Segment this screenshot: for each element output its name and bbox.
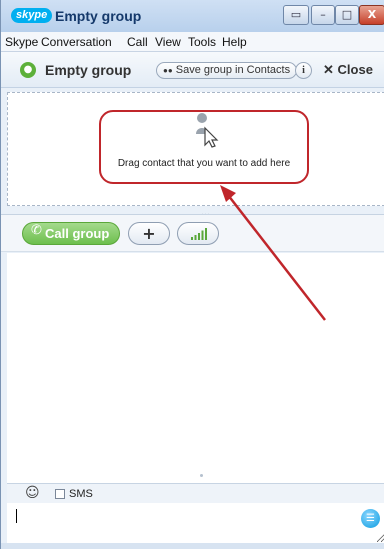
close-label: Close <box>337 62 373 77</box>
call-quality-button[interactable] <box>177 222 219 245</box>
menu-help[interactable]: Help <box>222 35 247 49</box>
menu-bar: Skype Conversation Call View Tools Help <box>1 32 384 52</box>
drag-contact-icon <box>196 113 219 148</box>
close-window-button[interactable]: X <box>359 5 384 25</box>
group-icon: ● <box>20 62 36 78</box>
smiley-icon[interactable]: ☺ <box>25 486 40 500</box>
window-title: Empty group <box>55 8 142 24</box>
conversation-header: ● Empty group ●● Save group in Contacts … <box>1 52 384 88</box>
dropzone-text: Drag contact that you want to add here <box>117 158 291 169</box>
group-title: Empty group <box>45 62 132 78</box>
call-toolbar: ✆ Call group + <box>1 214 384 252</box>
compact-view-button[interactable]: ▭ <box>283 5 309 25</box>
call-group-label: Call group <box>45 226 110 241</box>
title-bar[interactable]: skype Empty group ▭ – □ X <box>1 0 384 32</box>
phone-icon: ✆ <box>31 223 42 238</box>
sms-checkbox[interactable] <box>55 489 65 499</box>
send-icon[interactable]: ☰ <box>361 509 380 528</box>
skype-logo-icon: skype <box>11 8 53 23</box>
add-people-button[interactable]: + <box>128 222 170 245</box>
sms-label: SMS <box>69 488 93 500</box>
contacts-icon: ●● <box>163 66 173 75</box>
minimize-button[interactable]: – <box>311 5 335 25</box>
save-group-button[interactable]: ●● Save group in Contacts <box>156 62 298 79</box>
input-toolbar: ☺ SMS <box>7 483 384 503</box>
call-group-button[interactable]: ✆ Call group <box>22 222 120 245</box>
window-bottom-border <box>1 543 384 549</box>
chat-history[interactable] <box>7 253 384 483</box>
menu-call[interactable]: Call <box>127 35 148 49</box>
signal-bars-icon <box>191 228 207 240</box>
skype-window: skype Empty group ▭ – □ X Skype Conversa… <box>0 0 384 549</box>
close-icon: ✕ <box>323 62 334 77</box>
menu-view[interactable]: View <box>155 35 181 49</box>
close-conversation-button[interactable]: ✕ Close <box>323 62 373 78</box>
chat-resize-handle[interactable] <box>200 474 203 477</box>
save-group-label: Save group in Contacts <box>175 64 291 76</box>
message-input[interactable] <box>7 503 384 543</box>
menu-conversation[interactable]: Conversation <box>41 35 112 49</box>
text-caret <box>16 509 17 523</box>
info-button[interactable]: i <box>295 62 312 79</box>
maximize-button[interactable]: □ <box>335 5 359 25</box>
menu-skype[interactable]: Skype <box>5 35 38 49</box>
menu-tools[interactable]: Tools <box>188 35 216 49</box>
